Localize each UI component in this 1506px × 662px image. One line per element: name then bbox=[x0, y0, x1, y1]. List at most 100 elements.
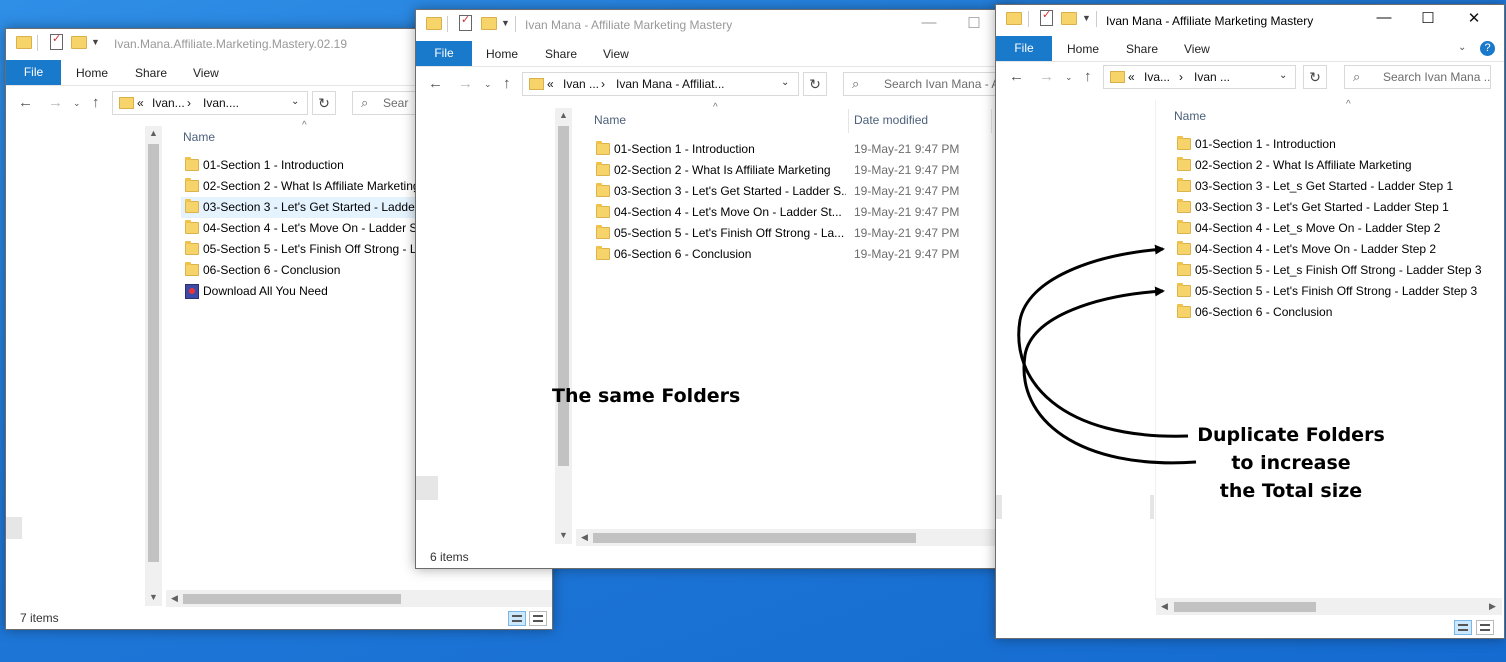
column-header-name[interactable]: Name bbox=[183, 130, 215, 144]
chevron-down-icon[interactable]: ⌄ bbox=[1279, 70, 1287, 81]
tab-share[interactable]: Share bbox=[1126, 42, 1158, 56]
list-item[interactable]: 06-Section 6 - Conclusion bbox=[1173, 302, 1493, 323]
scroll-right-icon[interactable]: ▶ bbox=[1489, 601, 1496, 612]
back-arrow-icon[interactable]: ← bbox=[1009, 68, 1024, 85]
breadcrumb-2[interactable]: Ivan ... bbox=[1194, 70, 1230, 84]
breadcrumb-1[interactable]: Iva... bbox=[1144, 70, 1170, 84]
search-input[interactable]: ⌕ Search Ivan Mana ... bbox=[1344, 65, 1491, 89]
scroll-left-icon[interactable]: ◀ bbox=[581, 532, 588, 543]
column-divider[interactable] bbox=[991, 109, 992, 133]
list-item[interactable]: 01-Section 1 - Introduction 19-May-21 9:4… bbox=[592, 139, 1002, 160]
maximize-icon[interactable]: ☐ bbox=[1418, 9, 1438, 27]
scrollbar-thumb[interactable] bbox=[148, 144, 159, 562]
address-bar[interactable]: « Iva... › Ivan ... ⌄ bbox=[1103, 65, 1296, 89]
address-bar[interactable]: « Ivan ... › Ivan Mana - Affiliat... ⌄ bbox=[522, 72, 799, 96]
customize-toolbar-icon[interactable]: ▼ bbox=[91, 37, 100, 47]
large-icons-view-icon[interactable] bbox=[529, 611, 547, 626]
breadcrumb-2[interactable]: Ivan.... bbox=[203, 96, 239, 110]
tab-view[interactable]: View bbox=[1184, 42, 1210, 56]
nav-pane-divider[interactable] bbox=[1155, 100, 1156, 600]
up-arrow-icon[interactable]: ↑ bbox=[503, 75, 511, 92]
horizontal-scrollbar[interactable]: ◀ bbox=[166, 590, 552, 607]
customize-toolbar-icon[interactable]: ▼ bbox=[1082, 13, 1091, 23]
refresh-icon[interactable]: ↻ bbox=[803, 72, 827, 96]
list-item[interactable]: 03-Section 3 - Let_s Get Started - Ladde… bbox=[1173, 176, 1493, 197]
list-item[interactable]: 05-Section 5 - Let's Finish Off Strong -… bbox=[1173, 281, 1493, 302]
column-header-date-modified[interactable]: Date modified bbox=[854, 113, 928, 127]
list-item[interactable]: 03-Section 3 - Let's Get Started - Ladde… bbox=[592, 181, 1002, 202]
list-item[interactable]: 02-Section 2 - What Is Affiliate Marketi… bbox=[592, 160, 1002, 181]
new-folder-icon[interactable] bbox=[1061, 12, 1077, 25]
tab-home[interactable]: Home bbox=[486, 47, 518, 61]
list-item[interactable]: 02-Section 2 - What Is Affiliate Marketi… bbox=[1173, 155, 1493, 176]
address-chevrons[interactable]: « bbox=[1128, 70, 1135, 84]
scrollbar-thumb[interactable] bbox=[593, 533, 916, 543]
close-icon[interactable]: ✕ bbox=[1464, 9, 1484, 27]
breadcrumb-2[interactable]: Ivan Mana - Affiliat... bbox=[616, 77, 725, 91]
list-item[interactable]: 04-Section 4 - Let_s Move On - Ladder St… bbox=[1173, 218, 1493, 239]
large-icons-view-icon[interactable] bbox=[1476, 620, 1494, 635]
nav-pane-scrollbar[interactable]: ▲ ▼ bbox=[555, 108, 572, 544]
refresh-icon[interactable]: ↻ bbox=[1303, 65, 1327, 89]
chevron-down-icon[interactable]: ⌄ bbox=[291, 96, 299, 107]
scroll-down-icon[interactable]: ▼ bbox=[149, 592, 158, 602]
back-arrow-icon[interactable]: ← bbox=[18, 94, 33, 111]
column-header-name[interactable]: Name bbox=[1174, 109, 1206, 123]
scrollbar-thumb[interactable] bbox=[183, 594, 401, 604]
horizontal-scrollbar[interactable]: ◀ ▶ bbox=[1156, 598, 1502, 615]
details-view-icon[interactable] bbox=[1454, 620, 1472, 635]
search-input[interactable]: ⌕ Search Ivan Mana - Af bbox=[843, 72, 1016, 96]
back-arrow-icon[interactable]: ← bbox=[428, 75, 443, 92]
nav-pane-item[interactable] bbox=[1150, 495, 1154, 519]
nav-pane-item[interactable] bbox=[416, 476, 438, 500]
title-bar[interactable]: ▼ Ivan Mana - Affiliate Marketing Master… bbox=[416, 10, 1016, 41]
list-item[interactable]: 05-Section 5 - Let_s Finish Off Strong -… bbox=[1173, 260, 1493, 281]
scroll-left-icon[interactable]: ◀ bbox=[171, 593, 178, 604]
properties-icon[interactable] bbox=[1040, 8, 1053, 26]
maximize-icon[interactable]: ☐ bbox=[964, 14, 984, 32]
scrollbar-thumb[interactable] bbox=[1174, 602, 1316, 612]
tab-file[interactable]: File bbox=[416, 41, 472, 66]
horizontal-scrollbar[interactable]: ◀ bbox=[576, 529, 1016, 546]
column-divider[interactable] bbox=[848, 109, 849, 133]
tab-share[interactable]: Share bbox=[545, 47, 577, 61]
list-item[interactable]: 06-Section 6 - Conclusion 19-May-21 9:47 … bbox=[592, 244, 1002, 265]
tab-file[interactable]: File bbox=[996, 36, 1052, 61]
forward-arrow-icon[interactable]: → bbox=[1039, 68, 1054, 85]
tab-file[interactable]: File bbox=[6, 60, 61, 85]
recent-locations-icon[interactable]: ⌄ bbox=[73, 98, 81, 109]
address-chevrons[interactable]: « bbox=[137, 96, 144, 110]
scroll-down-icon[interactable]: ▼ bbox=[559, 530, 568, 540]
tab-view[interactable]: View bbox=[603, 47, 629, 61]
quick-access-folder-icon[interactable] bbox=[16, 36, 32, 49]
nav-pane-scrollbar[interactable]: ▲ ▼ bbox=[145, 126, 162, 606]
up-arrow-icon[interactable]: ↑ bbox=[1084, 68, 1092, 85]
quick-access-folder-icon[interactable] bbox=[1006, 12, 1022, 25]
address-chevrons[interactable]: « bbox=[547, 77, 554, 91]
tab-home[interactable]: Home bbox=[1067, 42, 1099, 56]
minimize-icon[interactable]: — bbox=[1374, 9, 1394, 26]
scroll-left-icon[interactable]: ◀ bbox=[1161, 601, 1168, 612]
recent-locations-icon[interactable]: ⌄ bbox=[1065, 72, 1073, 83]
details-view-icon[interactable] bbox=[508, 611, 526, 626]
properties-icon[interactable] bbox=[459, 13, 472, 31]
new-folder-icon[interactable] bbox=[481, 17, 497, 30]
scroll-up-icon[interactable]: ▲ bbox=[149, 128, 158, 138]
up-arrow-icon[interactable]: ↑ bbox=[92, 94, 100, 111]
forward-arrow-icon[interactable]: → bbox=[458, 75, 473, 92]
list-item[interactable]: 03-Section 3 - Let's Get Started - Ladde… bbox=[1173, 197, 1493, 218]
list-item[interactable]: 04-Section 4 - Let's Move On - Ladder St… bbox=[1173, 239, 1493, 260]
quick-access-folder-icon[interactable] bbox=[426, 17, 442, 30]
address-bar[interactable]: « Ivan... › Ivan.... ⌄ bbox=[112, 91, 308, 115]
help-icon[interactable]: ? bbox=[1480, 41, 1495, 56]
scrollbar-thumb[interactable] bbox=[558, 126, 569, 466]
customize-toolbar-icon[interactable]: ▼ bbox=[501, 18, 510, 28]
refresh-icon[interactable]: ↻ bbox=[312, 91, 336, 115]
minimize-icon[interactable]: — bbox=[919, 14, 939, 31]
expand-ribbon-icon[interactable]: ⌄ bbox=[1458, 42, 1466, 53]
breadcrumb-1[interactable]: Ivan ... bbox=[563, 77, 599, 91]
forward-arrow-icon[interactable]: → bbox=[48, 94, 63, 111]
title-bar[interactable]: ▼ Ivan Mana - Affiliate Marketing Master… bbox=[996, 5, 1504, 36]
properties-icon[interactable] bbox=[50, 32, 63, 50]
list-item[interactable]: 04-Section 4 - Let's Move On - Ladder St… bbox=[592, 202, 1002, 223]
